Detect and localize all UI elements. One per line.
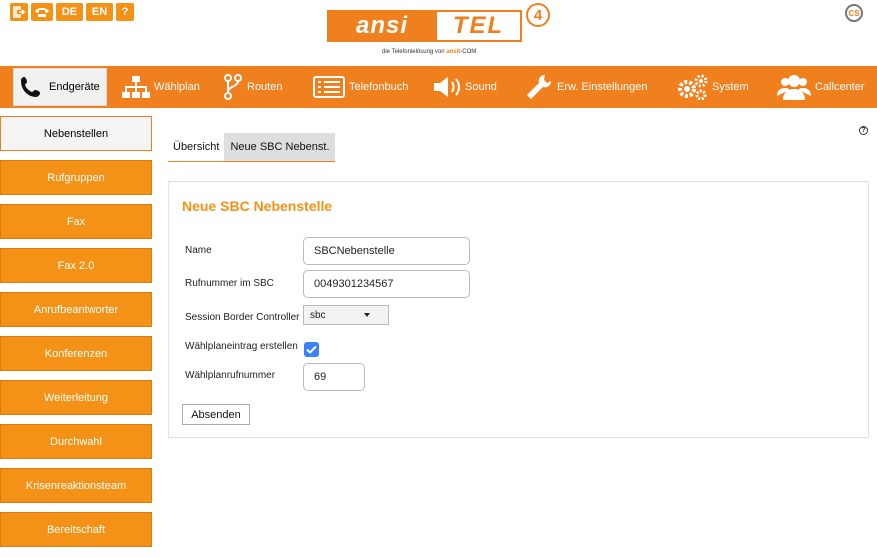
nav-endgeraete[interactable]: Endgeräte [13,68,107,106]
nav-waehlplan[interactable]: Wählplan [121,66,200,108]
dialplan-label: Wählplaneintrag erstellen [185,341,298,352]
logo-left-text: ansi [327,10,437,42]
sidebar-item-konferenzen[interactable]: Konferenzen [0,336,152,371]
nav-routen[interactable]: Routen [222,66,282,108]
name-label: Name [185,245,212,256]
phone-hangup-icon[interactable] [31,3,53,21]
sitemap-icon [121,73,151,101]
speaker-icon [432,73,462,101]
ansitel-logo: ansi TEL 4 die Telefonielösung von ansit… [327,3,557,63]
form-panel: Neue SBC Nebenstelle Name SBCNebenstelle… [168,181,869,438]
sbc-label: Session Border Controller [185,312,300,323]
tab-neue-sbc-nebenst[interactable]: Neue SBC Nebenst. [224,133,335,161]
nav-sound[interactable]: Sound [432,66,497,108]
sidebar: Nebenstellen Rufgruppen Fax Fax 2.0 Anru… [0,116,152,556]
top-icon-bar: DE EN ? [10,3,134,21]
wrench-icon [524,73,554,101]
fork-icon [222,73,244,101]
sidebar-item-weiterleitung[interactable]: Weiterleitung [0,380,152,415]
sidebar-item-nebenstellen[interactable]: Nebenstellen [0,116,152,151]
lang-en-button[interactable]: EN [86,3,113,21]
logo-right-text: TEL [437,10,522,42]
dialplan-checkbox[interactable] [304,342,319,357]
nav-erw-einstellungen[interactable]: Erw. Einstellungen [524,66,648,108]
sidebar-item-fax-2[interactable]: Fax 2.0 [0,248,152,283]
sidebar-item-fax[interactable]: Fax [0,204,152,239]
sidebar-item-krisenreaktionsteam[interactable]: Krisenreaktionsteam [0,468,152,503]
name-input[interactable]: SBCNebenstelle [303,237,470,265]
help-icon[interactable]: ? [859,126,868,135]
header: DE EN ? ansi TEL 4 die Telefonielösung v… [0,0,877,66]
phone-icon [16,73,46,101]
gears-icon [675,73,709,101]
lang-de-button[interactable]: DE [56,3,83,21]
logout-icon[interactable] [10,3,28,21]
nav-system[interactable]: System [675,66,749,108]
chevron-down-icon [364,313,370,317]
tab-bar: Übersicht Neue SBC Nebenst. [168,133,335,162]
sidebar-item-anrufbeantworter[interactable]: Anrufbeantworter [0,292,152,327]
main-nav: Endgeräte Wählplan Routen Telefonbuch So… [0,66,877,108]
sidebar-item-rufgruppen[interactable]: Rufgruppen [0,160,152,195]
form-title: Neue SBC Nebenstelle [182,198,333,214]
logo-tagline: die Telefonielösung von ansit-COM [382,49,477,55]
nav-telefonbuch[interactable]: Telefonbuch [312,66,408,108]
sbc-select[interactable]: sbc [303,305,389,325]
sidebar-item-bereitschaft[interactable]: Bereitschaft [0,512,152,547]
users-icon [776,73,812,101]
submit-button[interactable]: Absenden [182,404,250,425]
sidebar-item-durchwahl[interactable]: Durchwahl [0,424,152,459]
dialnumber-label: Wählplanrufnummer [185,370,276,381]
tab-uebersicht[interactable]: Übersicht [168,133,225,161]
checkmark-icon [306,345,317,354]
logo-version: 4 [526,3,550,27]
nav-callcenter[interactable]: Callcenter [776,66,865,108]
number-label: Rufnummer im SBC [185,278,274,289]
help-icon[interactable]: ? [116,3,134,21]
cs-logo: CS [845,4,863,22]
dialnumber-input[interactable]: 69 [303,363,365,391]
list-icon [312,73,346,101]
number-input[interactable]: 0049301234567 [303,270,470,298]
